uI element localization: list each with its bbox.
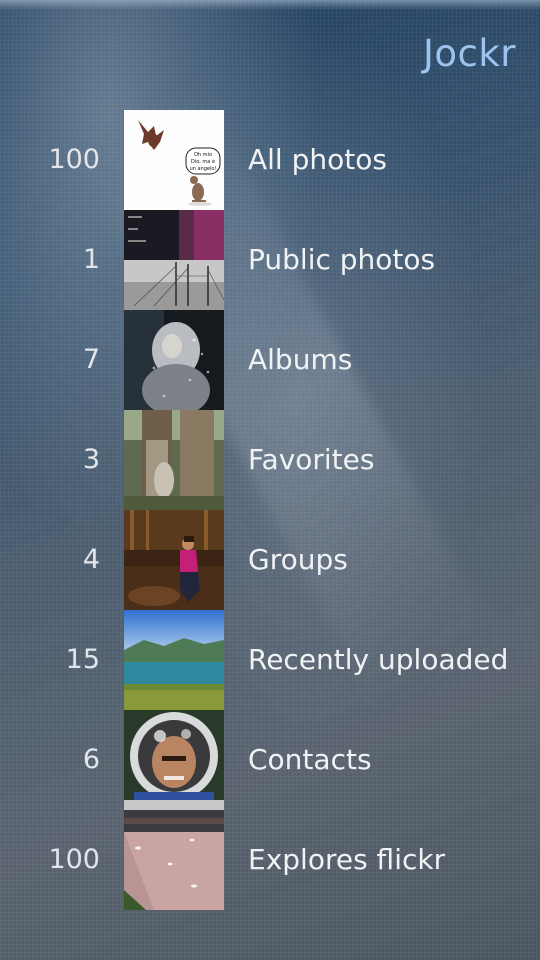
menu-item-all-photos[interactable]: 100 Oh mio Dio, ma è un angelo! All phot… xyxy=(0,110,540,210)
item-count: 4 xyxy=(82,544,100,575)
item-count: 100 xyxy=(48,844,100,875)
item-count: 3 xyxy=(82,444,100,475)
app-screen: Jockr 100 Oh mio Dio, ma è un angelo! Al… xyxy=(0,0,540,960)
app-title: Jockr xyxy=(422,32,516,75)
speech-bubble-line1: Oh mio xyxy=(194,152,212,158)
item-label: Recently uploaded xyxy=(248,643,509,676)
item-label: Favorites xyxy=(248,443,375,476)
main-menu: 100 Oh mio Dio, ma è un angelo! All phot… xyxy=(0,110,540,910)
thumbnail-public-photos xyxy=(124,210,224,310)
item-label: Public photos xyxy=(248,243,436,276)
item-count: 1 xyxy=(82,244,100,275)
menu-item-albums[interactable]: 7 Albums xyxy=(0,310,540,410)
thumbnail-contacts xyxy=(124,710,224,810)
menu-item-contacts[interactable]: 6 Contacts xyxy=(0,710,540,810)
menu-item-recently-uploaded[interactable]: 15 Recently uploaded xyxy=(0,610,540,710)
item-label: Albums xyxy=(248,343,353,376)
top-glow xyxy=(0,0,540,10)
menu-item-favorites[interactable]: 3 Favorites xyxy=(0,410,540,510)
menu-item-groups[interactable]: 4 Groups xyxy=(0,510,540,610)
thumbnail-favorites xyxy=(124,410,224,510)
item-count: 7 xyxy=(82,344,100,375)
item-count: 100 xyxy=(48,144,100,175)
thumbnail-all-photos: Oh mio Dio, ma è un angelo! xyxy=(124,110,224,210)
item-count: 6 xyxy=(82,744,100,775)
speech-bubble-line3: un angelo! xyxy=(190,166,217,172)
thumbnail-recently-uploaded xyxy=(124,610,224,710)
item-label: Groups xyxy=(248,543,348,576)
item-label: Explores flickr xyxy=(248,843,446,876)
menu-item-public-photos[interactable]: 1 Public photos xyxy=(0,210,540,310)
speech-bubble-line2: Dio, ma è xyxy=(191,158,215,165)
item-label: Contacts xyxy=(248,743,372,776)
menu-item-explores-flickr[interactable]: 100 Explores flickr xyxy=(0,810,540,910)
item-label: All photos xyxy=(248,143,387,176)
thumbnail-explores-flickr xyxy=(124,810,224,910)
item-count: 15 xyxy=(65,644,100,675)
thumbnail-groups xyxy=(124,510,224,610)
thumbnail-albums xyxy=(124,310,224,410)
